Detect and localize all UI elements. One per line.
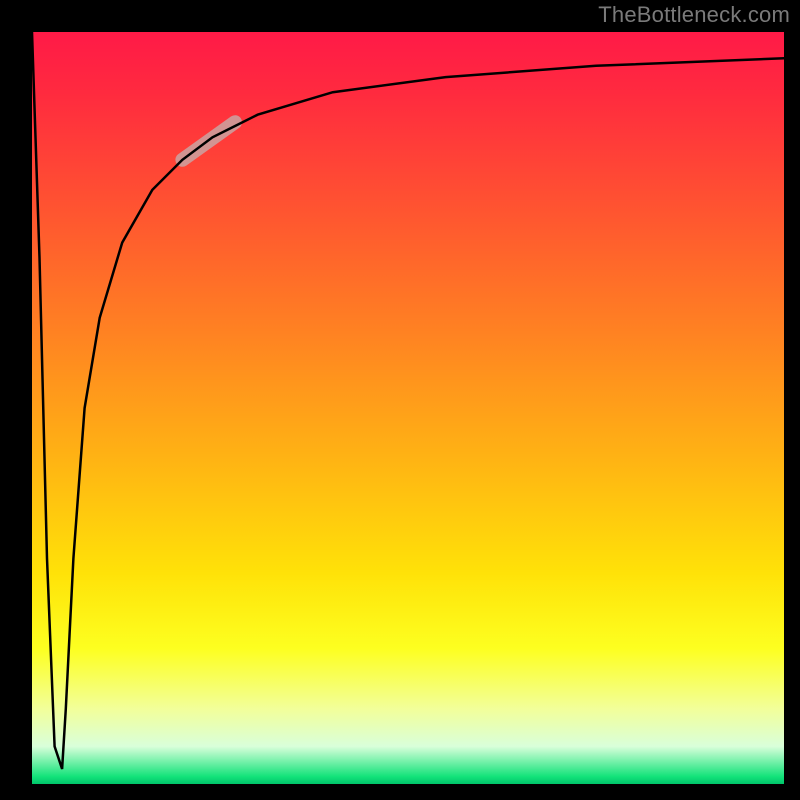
attribution-text: TheBottleneck.com [598,2,790,28]
plot-area [32,32,784,784]
chart-frame: TheBottleneck.com [0,0,800,800]
curve-layer [32,32,784,784]
bottleneck-curve [32,32,784,769]
